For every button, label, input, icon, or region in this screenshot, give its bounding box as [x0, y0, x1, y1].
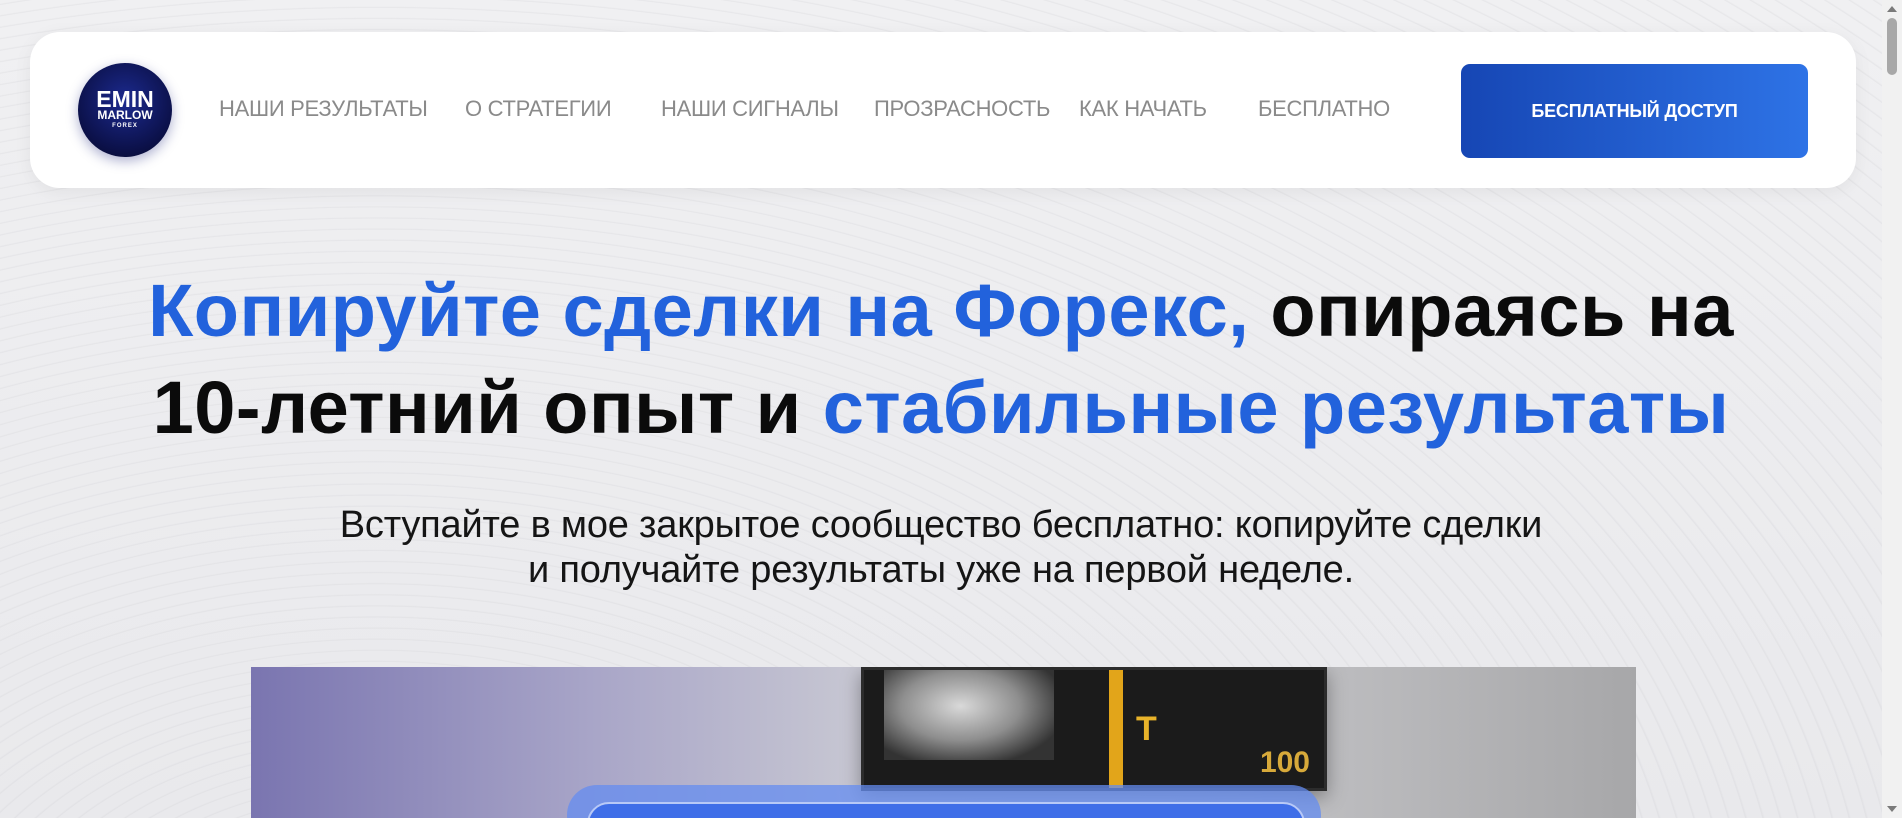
brand-logo[interactable]: EMIN MARLOW FOREX	[78, 63, 172, 157]
nav-item-transparency[interactable]: ПРОЗРАСНОСТЬ	[874, 96, 1050, 122]
hero-title-highlight-1: Копируйте сделки на Форекс,	[148, 269, 1250, 352]
nav-item-results[interactable]: НАШИ РЕЗУЛЬТАТЫ	[219, 96, 428, 122]
hero-title-highlight-2: стабильные результаты	[822, 366, 1730, 449]
site-header: EMIN MARLOW FOREX НАШИ РЕЗУЛЬТАТЫ О СТРА…	[30, 32, 1856, 188]
logo-line-1: EMIN	[96, 86, 154, 112]
hero-title: Копируйте сделки на Форекс, опираясь на …	[100, 262, 1782, 456]
free-access-button[interactable]: БЕСПЛАТНЫЙ ДОСТУП	[1461, 64, 1808, 158]
nav-item-free[interactable]: БЕСПЛАТНО	[1258, 96, 1390, 122]
nav-item-how-to-start[interactable]: КАК НАЧАТЬ	[1079, 96, 1207, 122]
hero-subtitle: Вступайте в мое закрытое сообщество бесп…	[339, 504, 1543, 591]
banknote-portrait	[884, 670, 1054, 760]
video-overlay-button[interactable]	[587, 802, 1305, 818]
scroll-thumb[interactable]	[1887, 18, 1897, 75]
nav-item-strategy[interactable]: О СТРАТЕГИИ	[465, 96, 612, 122]
hero-video[interactable]: T 100	[251, 667, 1636, 818]
page-scrollbar[interactable]	[1882, 0, 1902, 818]
banknote-glyph: T	[1136, 710, 1157, 748]
nav-item-signals[interactable]: НАШИ СИГНАЛЫ	[661, 96, 839, 122]
scroll-up-arrow-icon[interactable]	[1887, 6, 1897, 12]
banknote-number: 100	[1259, 746, 1310, 779]
logo-line-2: MARLOW	[97, 108, 153, 122]
scroll-down-arrow-icon[interactable]	[1887, 806, 1897, 812]
banknote-image: T 100	[861, 667, 1327, 791]
logo-line-3: FOREX	[112, 123, 138, 129]
banknote-security-stripe	[1109, 670, 1123, 788]
